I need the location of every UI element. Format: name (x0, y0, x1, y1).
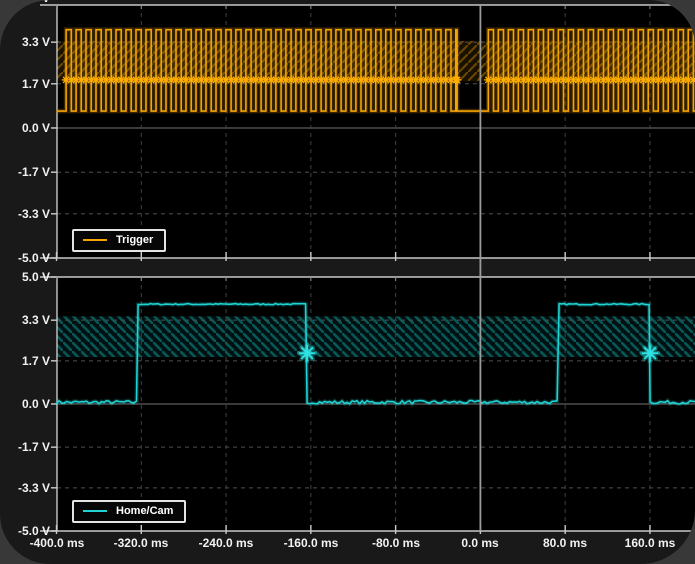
y-axis-label: -1.7 V (4, 439, 50, 455)
y-axis-label: -5.0 V (4, 250, 50, 266)
x-axis-label: -240.0 ms (184, 536, 268, 550)
trigger-legend[interactable]: Trigger (72, 229, 166, 252)
y-axis-label: 1.7 V (4, 76, 50, 92)
y-axis-label: -3.3 V (4, 206, 50, 222)
y-axis-label: 5.0 V (4, 0, 50, 6)
edge-marker-star (453, 76, 461, 84)
y-axis-label: 0.0 V (4, 120, 50, 136)
trigger-legend-swatch (83, 239, 107, 241)
x-axis-label: -160.0 ms (269, 536, 353, 550)
trigger-legend-label: Trigger (116, 234, 153, 246)
homecam-legend-label: Home/Cam (116, 505, 173, 517)
homecam-legend[interactable]: Home/Cam (72, 500, 186, 523)
x-axis-label: -80.0 ms (354, 536, 438, 550)
x-axis-label: -320.0 ms (99, 536, 183, 550)
edge-marker-star (300, 346, 315, 361)
edge-marker-star (643, 346, 658, 361)
x-axis-label: -400.0 ms (15, 536, 99, 550)
x-axis-label: 160.0 ms (608, 536, 692, 550)
desktop-background: { "x_axis": { "unit": "ms", "tick_labels… (0, 0, 695, 564)
homecam-legend-swatch (83, 510, 107, 512)
home-cam-threshold-band-hatch (57, 316, 695, 357)
y-axis-label: -3.3 V (4, 480, 50, 496)
y-axis-label: 1.7 V (4, 353, 50, 369)
scope-window: 5.0 V 3.3 V 1.7 V 0.0 V -1.7 V -3.3 V -5… (0, 0, 695, 564)
x-axis-label: 0.0 ms (438, 536, 522, 550)
homecam-plot (40, 277, 695, 534)
y-axis-label: 3.3 V (4, 312, 50, 328)
y-axis-label: -1.7 V (4, 164, 50, 180)
x-axis-label: 80.0 ms (523, 536, 607, 550)
y-axis-label: 0.0 V (4, 396, 50, 412)
trigger-plot (40, 5, 695, 261)
plots-canvas (0, 0, 695, 564)
y-axis-label: 5.0 V (4, 269, 50, 285)
y-axis-label: 3.3 V (4, 34, 50, 50)
